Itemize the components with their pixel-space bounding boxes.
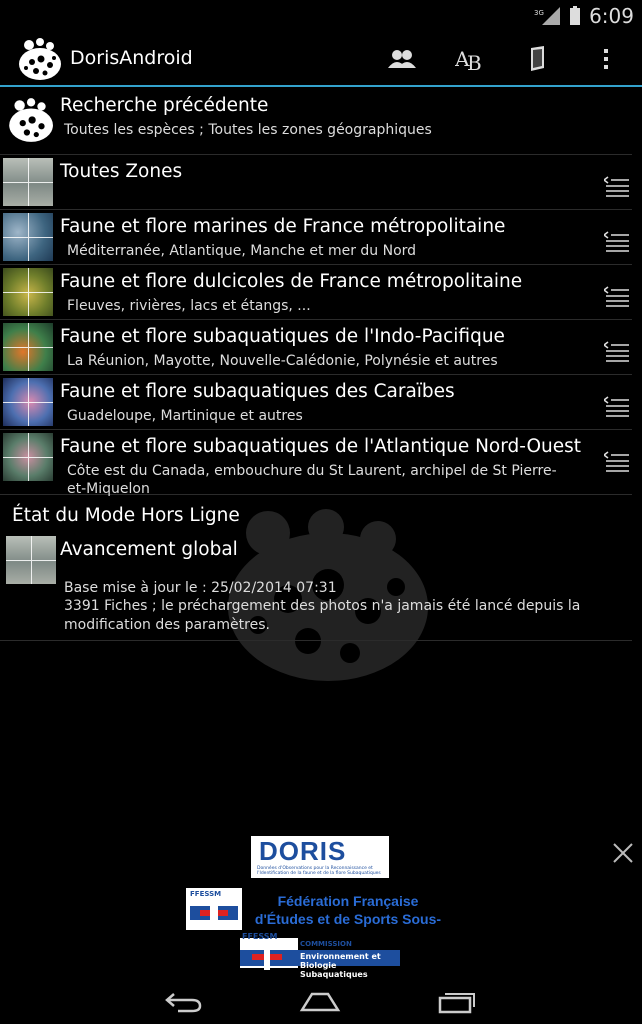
zone-thumbnail (3, 433, 53, 481)
doris-app-logo-icon[interactable] (14, 37, 62, 81)
zone-title: Toutes Zones (60, 161, 183, 182)
previous-search-title: Recherche précédente (60, 95, 269, 116)
zone-row-all[interactable]: Toutes Zones (0, 155, 632, 210)
zone-thumbnail (3, 378, 53, 426)
zone-title: Faune et flore subaquatiques de l'Atlant… (60, 436, 582, 457)
status-bar: 3G 6:09 (0, 0, 642, 33)
commission-logo: FFESSM COMMISSION Environnement et Biolo… (238, 932, 404, 979)
zone-title: Faune et flore dulcicoles de France métr… (60, 271, 523, 292)
list-icon[interactable] (604, 285, 630, 309)
zone-thumbnail (3, 158, 53, 206)
zone-thumbnail (3, 323, 53, 371)
overflow-menu-icon[interactable] (590, 43, 622, 75)
close-banner-icon[interactable] (612, 842, 634, 864)
last-update-text: Base mise à jour le : 25/02/2014 07:31 (64, 580, 337, 596)
previous-search-row[interactable]: Recherche précédente Toutes les espèces … (0, 87, 632, 155)
global-progress-row[interactable]: Avancement global Base mise à jour le : … (0, 533, 632, 641)
zone-row-north-west-atlantic[interactable]: Faune et flore subaquatiques de l'Atlant… (0, 430, 632, 497)
zone-subtitle: Méditerranée, Atlantique, Manche et mer … (67, 243, 417, 259)
progress-status-text: 3391 Fiches ; le préchargement des photo… (64, 598, 581, 633)
signal-3g-icon: 3G (534, 7, 560, 25)
federation-text: Fédération Française d'Études et de Spor… (254, 893, 442, 927)
home-icon[interactable] (296, 986, 344, 1018)
back-icon[interactable] (160, 986, 208, 1018)
list-icon[interactable] (604, 450, 630, 474)
zone-title: Faune et flore marines de France métropo… (60, 216, 506, 237)
list-icon[interactable] (604, 395, 630, 419)
network-type: 3G (534, 9, 544, 17)
doris-logo-icon (9, 98, 53, 142)
action-bar: DorisAndroid AB (0, 33, 642, 87)
app-title: DorisAndroid (70, 47, 193, 69)
offline-section-title: État du Mode Hors Ligne (12, 505, 240, 526)
svg-text:B: B (467, 51, 482, 72)
progress-thumbnail (6, 536, 56, 584)
commission-logo-text3: Environnement et Biologie Subaquatiques (300, 952, 381, 979)
participants-icon[interactable] (386, 43, 418, 75)
progress-title: Avancement global (60, 539, 238, 560)
list-icon[interactable] (604, 230, 630, 254)
partners-banner[interactable]: DORIS Données d'Observations pour la Rec… (0, 830, 642, 980)
glossary-icon[interactable]: AB (454, 43, 486, 75)
zone-row-caribbean[interactable]: Faune et flore subaquatiques des Caraïbe… (0, 375, 632, 430)
ffessm-logo: FFESSM (186, 888, 242, 930)
zone-thumbnail (3, 268, 53, 316)
clock: 6:09 (589, 4, 634, 28)
zone-thumbnail (3, 213, 53, 261)
previous-search-subtitle: Toutes les espèces ; Toutes les zones gé… (64, 122, 432, 138)
zone-row-france-freshwater[interactable]: Faune et flore dulcicoles de France métr… (0, 265, 632, 320)
commission-logo-text1: FFESSM (242, 932, 278, 941)
zone-row-indo-pacific[interactable]: Faune et flore subaquatiques de l'Indo-P… (0, 320, 632, 375)
zone-row-france-marine[interactable]: Faune et flore marines de France métropo… (0, 210, 632, 265)
doris-logo-text: DORIS (259, 836, 347, 866)
zone-subtitle: Fleuves, rivières, lacs et étangs, ... (67, 298, 311, 314)
list-icon[interactable] (604, 340, 630, 364)
doris-logo-tagline: Données d'Observations pour la Reconnais… (257, 866, 381, 876)
list-icon[interactable] (604, 175, 630, 199)
ffessm-logo-text: FFESSM (190, 890, 222, 898)
zone-subtitle: Côte est du Canada, embouchure du St Lau… (67, 463, 557, 497)
zone-title: Faune et flore subaquatiques de l'Indo-P… (60, 326, 505, 347)
zone-subtitle: Guadeloupe, Martinique et autres (67, 408, 303, 424)
zone-title: Faune et flore subaquatiques des Caraïbe… (60, 381, 455, 402)
recent-apps-icon[interactable] (432, 986, 480, 1018)
navigation-bar (0, 980, 642, 1024)
bibliography-icon[interactable] (522, 43, 554, 75)
battery-icon (570, 6, 580, 25)
commission-logo-text2: COMMISSION (300, 940, 352, 948)
doris-banner-logo: DORIS Données d'Observations pour la Rec… (251, 836, 389, 878)
zone-subtitle: La Réunion, Mayotte, Nouvelle-Calédonie,… (67, 353, 498, 369)
